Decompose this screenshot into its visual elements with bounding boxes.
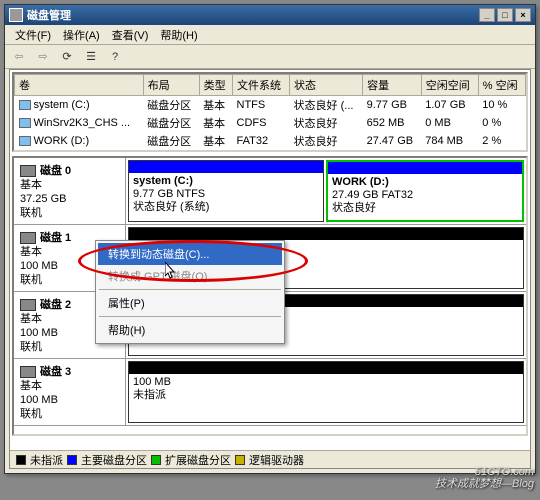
context-menu: 转换到动态磁盘(C)...转换成 GPT 磁盘(O) 属性(P) 帮助(H) [95,240,285,344]
titlebar[interactable]: 磁盘管理 _ □ × [5,5,535,25]
volume-row[interactable]: WinSrv2K3_CHS ...磁盘分区基本CDFS状态良好652 MB0 M… [15,114,526,132]
disk-header[interactable]: 磁盘 0基本37.25 GB联机 [14,158,126,224]
disk-icon [20,299,36,311]
legend-unalloc: 未指派 [30,452,63,468]
col-volume[interactable]: 卷 [15,75,144,96]
volume-icon [19,118,31,128]
disk-icon [20,366,36,378]
col-pct[interactable]: % 空闲 [478,75,525,96]
volume-row[interactable]: system (C:)磁盘分区基本NTFS状态良好 (...9.77 GB1.0… [15,96,526,115]
menu-item[interactable]: 属性(P) [98,292,282,314]
volume-table[interactable]: 卷布局类型文件系统状态容量空闲空间% 空闲 system (C:)磁盘分区基本N… [14,74,526,150]
watermark-line1: 51CTO.com [435,466,534,478]
properties-button[interactable]: ☰ [81,47,101,67]
back-button[interactable]: ⇦ [9,47,29,67]
col-capacity[interactable]: 容量 [363,75,422,96]
disk-management-window: 磁盘管理 _ □ × 文件(F) 操作(A) 查看(V) 帮助(H) ⇦ ⇨ ⟳… [4,4,536,474]
volume-list: 卷布局类型文件系统状态容量空闲空间% 空闲 system (C:)磁盘分区基本N… [12,72,528,152]
menu-view[interactable]: 查看(V) [106,25,155,45]
close-button[interactable]: × [515,8,531,22]
refresh-button[interactable]: ⟳ [57,47,77,67]
disk-header[interactable]: 磁盘 3基本100 MB联机 [14,359,126,425]
disk-icon [20,165,36,177]
legend-extended: 扩展磁盘分区 [165,452,231,468]
disk-row: 磁盘 0基本37.25 GB联机system (C:)9.77 GB NTFS状… [14,158,526,225]
menu-action[interactable]: 操作(A) [57,25,106,45]
col-free[interactable]: 空闲空间 [421,75,478,96]
disk-row: 磁盘 3基本100 MB联机100 MB未指派 [14,359,526,426]
watermark-line2: 技术成就梦想—Blog [435,478,534,490]
partition[interactable]: system (C:)9.77 GB NTFS状态良好 (系统) [128,160,324,222]
legend-swatch-logical [235,455,245,465]
toolbar: ⇦ ⇨ ⟳ ☰ ? [5,45,535,69]
col-fs[interactable]: 文件系统 [233,75,290,96]
partition[interactable]: 100 MB未指派 [128,361,524,423]
col-layout[interactable]: 布局 [143,75,199,96]
forward-button[interactable]: ⇨ [33,47,53,67]
volume-icon [19,100,31,110]
menubar: 文件(F) 操作(A) 查看(V) 帮助(H) [5,25,535,45]
legend-swatch-unalloc [16,455,26,465]
maximize-button[interactable]: □ [497,8,513,22]
partition[interactable]: WORK (D:)27.49 GB FAT32状态良好 [326,160,524,222]
legend-logical: 逻辑驱动器 [249,452,304,468]
app-icon [9,8,23,22]
menu-item[interactable]: 帮助(H) [98,319,282,341]
col-status[interactable]: 状态 [290,75,363,96]
col-type[interactable]: 类型 [199,75,232,96]
menu-file[interactable]: 文件(F) [9,25,57,45]
minimize-button[interactable]: _ [479,8,495,22]
volume-row[interactable]: WORK (D:)磁盘分区基本FAT32状态良好27.47 GB784 MB2 … [15,132,526,150]
menu-item[interactable]: 转换到动态磁盘(C)... [98,243,282,265]
disk-icon [20,232,36,244]
legend-primary: 主要磁盘分区 [81,452,147,468]
help-button[interactable]: ? [105,47,125,67]
legend-swatch-extended [151,455,161,465]
volume-icon [19,136,31,146]
watermark: 51CTO.com 技术成就梦想—Blog [435,466,534,490]
legend-swatch-primary [67,455,77,465]
window-title: 磁盘管理 [27,7,479,23]
menu-item: 转换成 GPT 磁盘(O) [98,265,282,287]
menu-help[interactable]: 帮助(H) [154,25,203,45]
